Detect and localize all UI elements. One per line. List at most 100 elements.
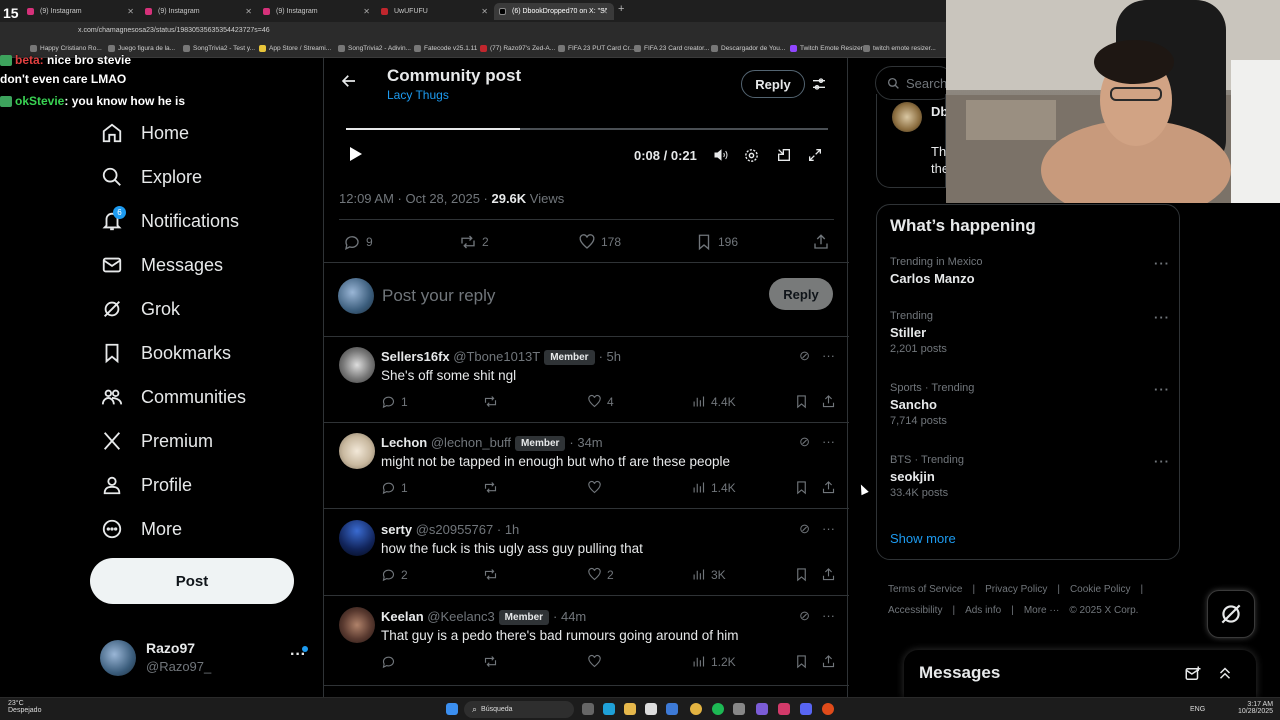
reply-button[interactable]: 1	[381, 394, 408, 409]
close-icon[interactable]: ✕	[127, 7, 134, 16]
bookmark-item[interactable]: twitch emote resizer...	[863, 45, 936, 52]
bookmark-item[interactable]: Happy Cristiano Ro...	[30, 45, 102, 52]
bookmark-item[interactable]: SongTrivia2 - Test y...	[183, 45, 255, 52]
show-more-link[interactable]: Show more	[890, 531, 956, 546]
pip-icon[interactable]	[776, 147, 792, 168]
more-dots-icon[interactable]: ···	[1154, 310, 1170, 325]
grok-icon[interactable]: ⊘	[799, 608, 810, 624]
close-icon[interactable]: ✕	[481, 7, 488, 16]
reply-compose-input[interactable]: Post your reply	[382, 286, 495, 306]
more-dots-icon[interactable]: ···	[822, 521, 835, 537]
chrome-icon[interactable]	[690, 703, 702, 715]
language-indicator[interactable]: ENG	[1190, 706, 1205, 713]
filter-sliders-icon[interactable]	[811, 76, 827, 97]
grok-icon[interactable]: ⊘	[799, 348, 810, 364]
reply-author[interactable]: Keelan	[381, 609, 424, 624]
nav-more[interactable]: More	[100, 514, 182, 544]
nav-messages[interactable]: Messages	[100, 250, 223, 280]
more-dots-icon[interactable]: ···	[822, 434, 835, 450]
bookmark-button[interactable]	[794, 394, 809, 409]
new-tab-button[interactable]: +	[618, 3, 624, 15]
app-icon[interactable]	[822, 703, 834, 715]
weather-widget[interactable]: 23°C Despejado	[8, 700, 41, 714]
share-button[interactable]	[821, 394, 836, 409]
share-button[interactable]	[821, 480, 836, 495]
like-button[interactable]	[587, 654, 602, 669]
post-button[interactable]: Post	[90, 558, 294, 604]
bookmark-button[interactable]	[794, 480, 809, 495]
bookmark-count-button[interactable]: 196	[695, 233, 738, 251]
taskbar-search[interactable]: ⌕ Búsqueda	[464, 701, 574, 718]
nav-communities[interactable]: Communities	[100, 382, 246, 412]
chevron-up-icon[interactable]	[1216, 664, 1234, 687]
close-icon[interactable]: ✕	[601, 7, 608, 16]
reply-handle[interactable]: @Tbone1013T	[453, 349, 540, 364]
start-windows-icon[interactable]	[446, 703, 458, 715]
reply-button[interactable]: 1	[381, 480, 408, 495]
reply-handle[interactable]: @s20955767	[416, 522, 494, 537]
more-dots-icon[interactable]: ···	[822, 348, 835, 364]
nav-bookmarks[interactable]: Bookmarks	[100, 338, 231, 368]
footer-link[interactable]: Ads info	[965, 605, 1001, 616]
footer-link[interactable]: Privacy Policy	[985, 584, 1047, 595]
app-icon[interactable]	[756, 703, 768, 715]
trend-item[interactable]: Trending in Mexico Carlos Manzo ···	[890, 256, 1170, 286]
repost-button[interactable]	[483, 567, 498, 582]
new-message-icon[interactable]	[1184, 665, 1202, 688]
reply-item[interactable]: Sellers16fx @Tbone1013T Member · 5h ⊘ ··· S…	[324, 336, 849, 422]
compose-reply-button[interactable]: Reply	[769, 278, 833, 310]
bookmark-item[interactable]: Descargador de You...	[711, 45, 785, 52]
like-button[interactable]	[587, 480, 602, 495]
bookmark-item[interactable]: FIFA 23 PUT Card Cr...	[558, 45, 635, 52]
views-button[interactable]: 1.4K	[691, 480, 736, 495]
app-icon[interactable]	[778, 703, 790, 715]
share-button[interactable]	[821, 567, 836, 582]
close-icon[interactable]: ✕	[363, 7, 370, 16]
like-count-button[interactable]: 178	[578, 233, 621, 251]
clock[interactable]: 3:17 AM 10/28/2025	[1238, 701, 1273, 715]
folder-icon[interactable]	[624, 703, 636, 715]
store-icon[interactable]	[645, 703, 657, 715]
address-bar[interactable]: x.com/chamagnesosa23/status/198305356353…	[0, 22, 946, 42]
bookmark-item[interactable]: FIFA 23 Card creator...	[634, 45, 709, 52]
reply-count-button[interactable]: 9	[343, 233, 373, 251]
repost-button[interactable]	[483, 654, 498, 669]
spotify-icon[interactable]	[712, 703, 724, 715]
reply-button[interactable]	[381, 654, 396, 669]
footer-link[interactable]: Cookie Policy	[1070, 584, 1131, 595]
reply-author[interactable]: Lechon	[381, 435, 427, 450]
bookmark-button[interactable]	[794, 654, 809, 669]
fullscreen-icon[interactable]	[807, 147, 823, 168]
repost-button[interactable]	[483, 480, 498, 495]
like-button[interactable]: 2	[587, 567, 614, 582]
back-arrow-icon[interactable]	[340, 72, 358, 95]
views-button[interactable]: 1.2K	[691, 654, 736, 669]
reply-handle[interactable]: @Keelanc3	[427, 609, 494, 624]
more-dots-icon[interactable]: ···	[1154, 454, 1170, 469]
trend-item[interactable]: BTS · Trending seokjin 33.4K posts ···	[890, 454, 1170, 499]
share-icon[interactable]	[812, 233, 830, 251]
browser-tab[interactable]: (9) Instagram ✕	[22, 3, 140, 20]
avatar[interactable]	[892, 102, 922, 132]
settings-gear-icon[interactable]	[743, 147, 760, 169]
bookmark-item[interactable]: App Store / Streami...	[259, 45, 331, 52]
bookmark-item[interactable]: SongTrivia2 - Adivin...	[338, 45, 411, 52]
reply-author[interactable]: serty	[381, 522, 412, 537]
nav-premium[interactable]: Premium	[100, 426, 213, 456]
browser-tab[interactable]: (9) Instagram ✕	[140, 3, 258, 20]
play-icon[interactable]	[350, 147, 362, 161]
grok-floating-button[interactable]	[1207, 590, 1255, 638]
views-button[interactable]: 3K	[691, 567, 726, 582]
close-icon[interactable]: ✕	[245, 7, 252, 16]
repost-button[interactable]	[483, 394, 498, 409]
account-switcher[interactable]: Razo97 @Razo97_ ···	[100, 640, 310, 680]
repost-count-button[interactable]: 2	[459, 233, 489, 251]
bookmark-item[interactable]: Juego figura de la...	[108, 45, 175, 52]
more-dots-icon[interactable]: ···	[1154, 256, 1170, 271]
grok-icon[interactable]: ⊘	[799, 521, 810, 537]
volume-icon[interactable]	[712, 147, 730, 168]
bookmark-button[interactable]	[794, 567, 809, 582]
task-view-icon[interactable]	[582, 703, 594, 715]
bookmark-item[interactable]: (77) Razo97's Zed-A...	[480, 45, 555, 52]
edge-icon[interactable]	[603, 703, 615, 715]
